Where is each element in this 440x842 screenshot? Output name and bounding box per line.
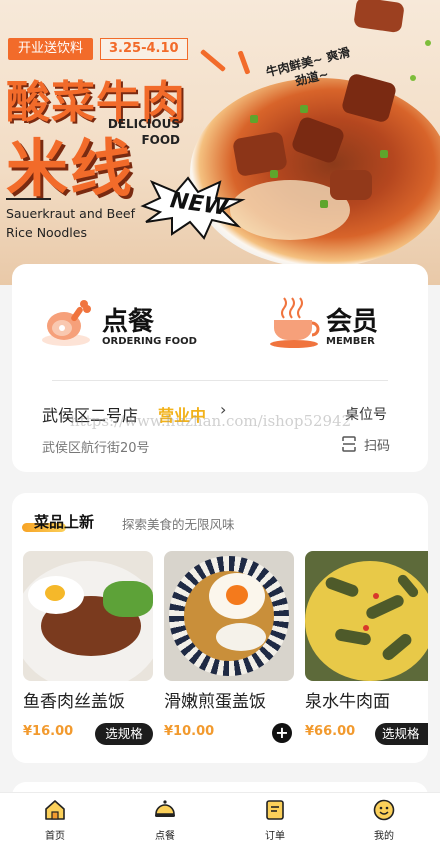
order-food-label: 点餐 [102, 307, 155, 337]
table-number-label: 桌位号 [345, 407, 387, 423]
tab-label: 订单 [265, 831, 285, 842]
home-icon [44, 799, 66, 821]
promo-date: 3.25-4.10 [100, 38, 188, 60]
order-list-icon [264, 799, 286, 821]
dish-photo[interactable] [305, 551, 428, 681]
beef-chunk-graphic [330, 170, 372, 200]
smiley-face-icon [373, 799, 395, 821]
banner-divider [6, 198, 51, 200]
tab-label: 点餐 [155, 831, 175, 842]
banner-title-english: Sauerkraut and Beef Rice Noodles [6, 206, 136, 240]
store-address: 武侯区航行街20号 [42, 441, 150, 456]
herb-graphic [250, 115, 258, 123]
scan-label: 扫码 [364, 439, 391, 454]
tab-label: 我的 [374, 831, 394, 842]
chili-graphic [237, 50, 251, 75]
new-badge: NEW [138, 176, 248, 240]
tab-profile[interactable]: 我的 [354, 797, 414, 842]
bottom-tab-bar: 首页 点餐 订单 我的 [0, 792, 440, 842]
dish-card[interactable]: 滑嫩煎蛋盖饭 ¥10.00 + [164, 551, 294, 751]
main-actions-card: 点餐 ORDERING FOOD 会员 MEMBER 武侯区二号店 营业中 › … [12, 264, 428, 472]
decoration-dot [410, 75, 416, 81]
food-cloche-icon [154, 799, 176, 821]
order-food-sublabel: ORDERING FOOD [102, 336, 197, 347]
decoration-dot [425, 40, 431, 46]
herb-graphic [380, 150, 388, 158]
dish-name: 鱼香肉丝盖饭 [23, 692, 125, 712]
promo-banner[interactable]: 开业送饮料 3.25-4.10 酸菜牛肉 米线 DELICIOUS FOOD S… [0, 0, 440, 285]
coffee-cup-icon [268, 294, 324, 350]
order-food-button[interactable]: 点餐 ORDERING FOOD [40, 294, 210, 358]
tab-order[interactable]: 点餐 [135, 797, 195, 842]
select-spec-button[interactable]: 选规格 [95, 723, 153, 745]
add-to-cart-button[interactable]: + [272, 723, 292, 743]
dish-card[interactable]: 泉水牛肉面 ¥66.00 选规格 [305, 551, 428, 751]
section-subtitle: 探索美食的无限风味 [122, 517, 235, 532]
herb-graphic [300, 105, 308, 113]
ham-drumstick-icon [40, 294, 96, 350]
member-sublabel: MEMBER [326, 336, 375, 347]
herb-graphic [320, 200, 328, 208]
chili-graphic [199, 48, 227, 73]
select-spec-button[interactable]: 选规格 [375, 723, 428, 745]
watermark: https://www.huzhan.com/ishop52942 [70, 412, 352, 430]
dish-price: ¥66.00 [305, 724, 356, 739]
member-button[interactable]: 会员 MEMBER [268, 294, 418, 358]
dish-card[interactable]: 鱼香肉丝盖饭 ¥16.00 选规格 [23, 551, 153, 751]
tab-home[interactable]: 首页 [25, 797, 85, 842]
beef-chunk-graphic [353, 0, 405, 34]
dish-photo[interactable] [164, 551, 294, 681]
card-divider [52, 380, 388, 381]
new-dishes-section: 菜品上新 探索美食的无限风味 鱼香肉丝盖饭 ¥16.00 选规格 滑嫩煎蛋盖饭 … [12, 493, 428, 763]
section-title: 菜品上新 [34, 513, 95, 531]
member-label: 会员 [326, 307, 379, 337]
tab-label: 首页 [45, 831, 65, 842]
dish-name: 泉水牛肉面 [305, 692, 390, 712]
scan-icon [342, 436, 356, 452]
dish-price: ¥16.00 [23, 724, 74, 739]
dish-price: ¥10.00 [164, 724, 215, 739]
promo-tag: 开业送饮料 [8, 38, 94, 60]
dish-name: 滑嫩煎蛋盖饭 [164, 692, 266, 712]
dish-photo[interactable] [23, 551, 153, 681]
delicious-food-label: DELICIOUS FOOD [107, 117, 180, 147]
tab-orders[interactable]: 订单 [245, 797, 305, 842]
herb-graphic [270, 170, 278, 178]
